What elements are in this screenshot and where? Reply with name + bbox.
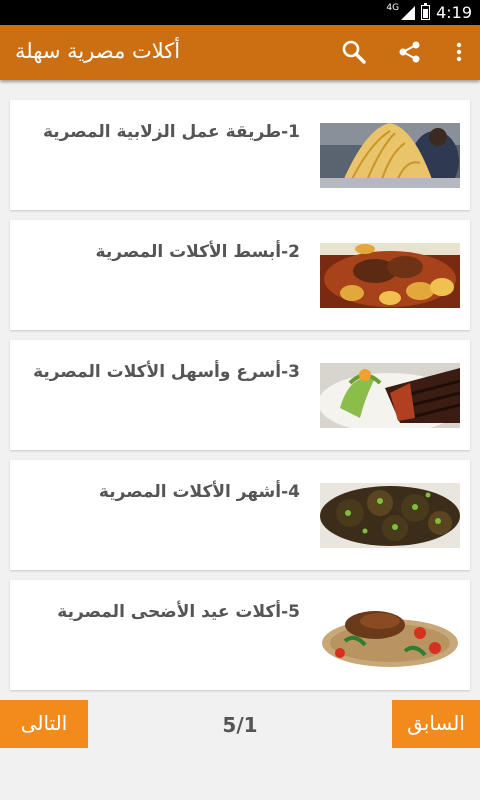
clock: 4:19 — [436, 3, 472, 22]
list-item[interactable]: 1-طريقة عمل الزلابية المصرية — [10, 100, 470, 210]
app-title: أكلات مصرية سهلة — [15, 39, 181, 63]
list-item[interactable]: 5-أكلات عيد الأضحى المصرية — [10, 580, 470, 690]
more-vert-icon[interactable] — [446, 39, 472, 65]
zalabia-photo — [320, 123, 460, 188]
steak-salad-photo — [320, 363, 460, 428]
meat-rice-platter-photo — [320, 603, 460, 668]
pagination-bar: التالى 5/1 السابق — [0, 700, 480, 748]
share-icon[interactable] — [397, 39, 423, 65]
status-icons: 4G 4:19 — [386, 0, 472, 25]
network-type: 4G — [386, 2, 400, 13]
list-item[interactable]: 2-أبسط الأكلات المصرية — [10, 220, 470, 330]
bottom-spacer — [0, 748, 480, 800]
next-button[interactable]: التالى — [0, 700, 88, 748]
list-item-title: 1-طريقة عمل الزلابية المصرية — [42, 122, 300, 142]
list-item[interactable]: 3-أسرع وأسهل الأكلات المصرية — [10, 340, 470, 450]
search-icon[interactable] — [341, 39, 367, 65]
list-item-title: 3-أسرع وأسهل الأكلات المصرية — [33, 362, 300, 382]
list-item-title: 4-أشهر الأكلات المصرية — [98, 482, 300, 502]
battery-icon — [421, 3, 431, 20]
app-bar: أكلات مصرية سهلة — [0, 25, 480, 80]
page-indicator: 5/1 — [222, 713, 258, 737]
list-item[interactable]: 4-أشهر الأكلات المصرية — [10, 460, 470, 570]
status-bar: 4G 4:19 — [0, 0, 480, 25]
meat-potatoes-photo — [320, 243, 460, 308]
signal-icon — [401, 5, 416, 20]
list-item-title: 2-أبسط الأكلات المصرية — [95, 242, 300, 262]
list-item-title: 5-أكلات عيد الأضحى المصرية — [57, 602, 300, 622]
stuffed-vegetables-photo — [320, 483, 460, 548]
previous-button[interactable]: السابق — [392, 700, 480, 748]
